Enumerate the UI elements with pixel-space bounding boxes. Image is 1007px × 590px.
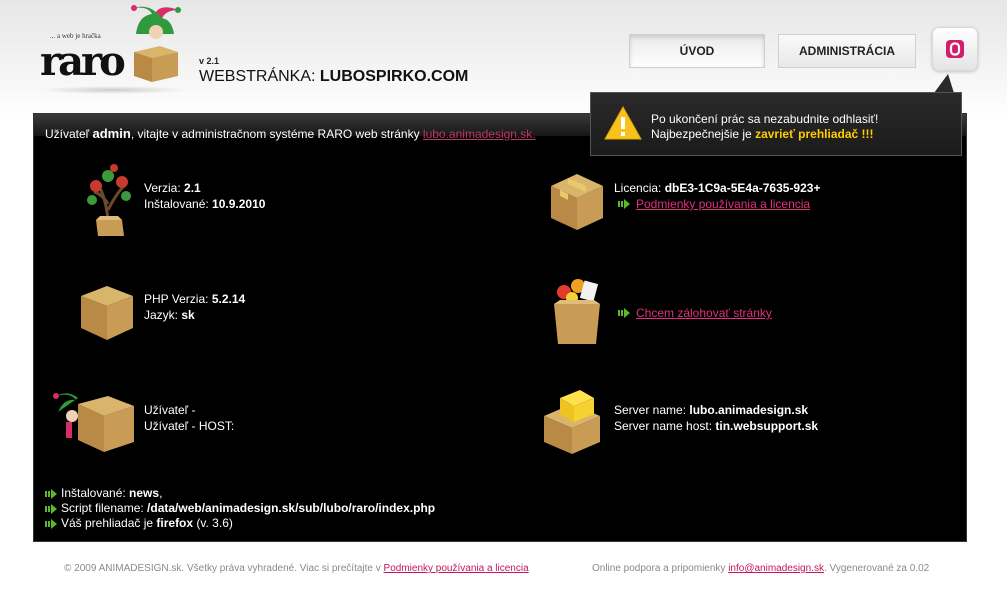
language-label: Jazyk:: [144, 308, 182, 322]
php-version-label: PHP Verzia:: [144, 292, 212, 306]
welcome-message: Užívateľ admin, vitajte v administračnom…: [45, 126, 536, 141]
list-item: Script filename: /data/web/animadesign.s…: [45, 501, 435, 516]
language-value: sk: [181, 308, 195, 322]
installed-date-label: Inštalované:: [144, 197, 213, 211]
tooltip-arrow: [934, 74, 954, 93]
copyright-text: © 2009 ANIMADESIGN.sk. Všetky práva vyhr…: [64, 563, 384, 574]
license-terms-link[interactable]: Podmienky používania a licencia: [636, 196, 810, 212]
system-info-list: Inštalované: news, Script filename: /dat…: [45, 486, 435, 531]
site-link[interactable]: lubo.animadesign.sk.: [423, 127, 536, 141]
logout-warning-tooltip: Po ukončení prác sa nezabudnite odhlasiť…: [590, 92, 962, 156]
php-info: PHP Verzia: 5.2.14 Jazyk: sk: [144, 291, 245, 323]
php-version-value: 5.2.14: [211, 292, 246, 306]
list-item: Váš prehliadač je firefox (v. 3.6): [45, 516, 435, 531]
green-arrow-icon: [45, 518, 57, 529]
jester-box-icon: [134, 46, 178, 82]
server-name-value: lubo.animadesign.sk: [689, 403, 809, 417]
sealed-box-icon: [551, 174, 603, 230]
footer-terms-link[interactable]: Podmienky používania a licencia: [384, 563, 529, 574]
cardboard-box-icon: [81, 286, 133, 340]
server-info: Server name: lubo.animadesign.sk Server …: [614, 402, 818, 434]
header-version: v 2.1: [199, 56, 220, 66]
nav-uvod-button[interactable]: ÚVOD: [629, 34, 765, 68]
license-value: dbE3-1C9a-5E4a-7635-923+: [664, 181, 821, 195]
backup-link[interactable]: Chcem zálohovať stránky: [636, 305, 772, 321]
user-info: Užívateľ - Užívateľ - HOST:: [144, 402, 234, 434]
green-arrow-icon: [618, 308, 630, 318]
license-label: Licencia:: [614, 181, 665, 195]
user-line: Užívateľ -: [144, 403, 196, 417]
nav-admin-button[interactable]: ADMINISTRÁCIA: [778, 34, 916, 68]
welcome-middle: , vitajte v administračnom systéme RARO …: [130, 127, 423, 141]
browser-label: Váš prehliadač je: [61, 516, 157, 530]
modules-suffix: ,: [159, 486, 163, 500]
tooltip-line2: Najbezpečnejšie je: [651, 127, 756, 141]
generated-time: . Vygenerované za 0.02: [823, 563, 930, 574]
green-arrow-icon: [45, 488, 57, 499]
list-item: Inštalované: news,: [45, 486, 435, 501]
version-label: Verzia:: [144, 181, 185, 195]
modules-value: news: [129, 486, 160, 500]
modules-label: Inštalované:: [61, 486, 130, 500]
welcome-user: admin: [92, 126, 131, 141]
license-info: Licencia: dbE3-1C9a-5E4a-7635-923+ Podmi…: [614, 180, 820, 212]
page-title: WEBSTRÁNKA: LUBOSPIRKO.COM: [199, 68, 468, 86]
installed-date-value: 10.9.2010: [212, 197, 266, 211]
green-arrow-icon: [618, 199, 630, 209]
tooltip-highlight: zavrieť prehliadač !!!: [755, 127, 874, 141]
version-info: Verzia: 2.1 Inštalované: 10.9.2010: [144, 180, 265, 212]
user-host-line: Užívateľ - HOST:: [144, 419, 235, 433]
support-email-link[interactable]: info@animadesign.sk: [728, 563, 824, 574]
tooltip-line1: Po ukončení prác sa nezabudnite odhlasiť…: [651, 112, 879, 126]
browser-value: firefox: [156, 516, 194, 530]
logout-button[interactable]: [932, 27, 978, 71]
jester-box-icon: [53, 393, 134, 452]
warning-icon: [604, 105, 642, 140]
server-host-value: tin.websupport.sk: [715, 419, 819, 433]
welcome-prefix: Užívateľ: [45, 127, 93, 141]
main-panel: Užívateľ admin, vitajte v administračnom…: [33, 113, 967, 542]
page-title-prefix: WEBSTRÁNKA:: [199, 68, 320, 85]
open-box-icon: [554, 279, 600, 344]
green-arrow-icon: [45, 503, 57, 514]
server-host-label: Server name host:: [614, 419, 716, 433]
backup-info: Chcem zálohovať stránky: [614, 305, 772, 321]
browser-version: (v. 3.6): [193, 516, 233, 530]
version-value: 2.1: [184, 181, 201, 195]
logo[interactable]: ... a web je hračka raro: [38, 4, 188, 94]
footer-support: Online podpora a pripomienky info@animad…: [592, 563, 929, 574]
logo-shadow: [38, 86, 188, 94]
script-filename-label: Script filename:: [61, 501, 148, 515]
footer-copyright: © 2009 ANIMADESIGN.sk. Všetky práva vyhr…: [64, 563, 529, 574]
support-text: Online podpora a pripomienky: [592, 563, 729, 574]
logo-word: raro: [40, 38, 126, 85]
power-icon: [946, 40, 964, 58]
tree-box-icon: [87, 164, 131, 236]
server-name-label: Server name:: [614, 403, 690, 417]
script-filename-value: /data/web/animadesign.sk/sub/lubo/raro/i…: [147, 501, 436, 515]
yellow-box-icon: [544, 390, 600, 454]
jester-hat-icon: [131, 5, 181, 39]
page-title-site: LUBOSPIRKO.COM: [319, 68, 469, 85]
